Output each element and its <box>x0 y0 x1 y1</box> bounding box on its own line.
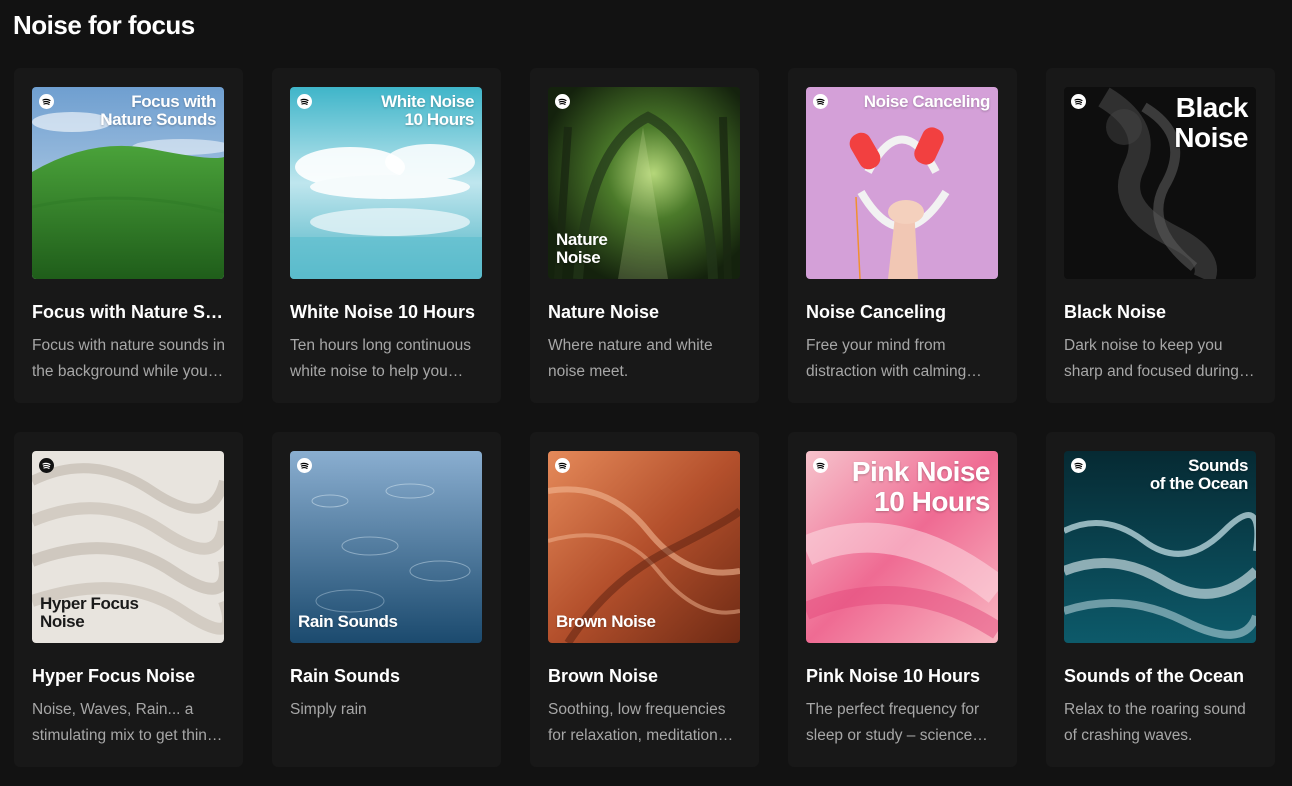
spotify-logo-icon <box>297 458 312 473</box>
cover-title: Black Noise <box>1174 92 1248 153</box>
cover-image: White Noise 10 Hours <box>290 87 482 279</box>
playlist-card-sounds-of-the-ocean[interactable]: Sounds of the Ocean Sounds of the Ocean … <box>1046 432 1275 767</box>
cover-image: Noise Canceling <box>806 87 998 279</box>
cover-title: Hyper Focus Noise <box>40 594 139 631</box>
card-description: Ten hours long continuous white noise to… <box>290 337 471 380</box>
spotify-logo-icon <box>555 458 570 473</box>
card-description: Noise, Waves, Rain... a stimulating mix … <box>32 701 224 744</box>
playlist-grid: Focus with Nature Sounds Focus with Natu… <box>14 68 1275 767</box>
card-title[interactable]: Hyper Focus Noise <box>32 666 226 687</box>
card-description: Simply rain <box>290 701 367 718</box>
card-title[interactable]: Black Noise <box>1064 302 1258 323</box>
spotify-logo-icon <box>813 94 828 109</box>
spotify-logo-icon <box>297 94 312 109</box>
cover-title: Sounds of the Ocean <box>1149 456 1249 493</box>
cover-image: Nature Noise <box>548 87 740 279</box>
cover-title: Pink Noise 10 Hours <box>851 456 991 517</box>
spotify-logo-icon <box>813 458 828 473</box>
playlist-card-pink-noise-10-hours[interactable]: Pink Noise 10 Hours Pink Noise 10 Hours … <box>788 432 1017 767</box>
card-description: Where nature and white noise meet. <box>548 337 713 380</box>
cover-title: Brown Noise <box>556 612 656 631</box>
playlist-card-black-noise[interactable]: Black Noise Black Noise Dark noise to ke… <box>1046 68 1275 403</box>
card-title[interactable]: White Noise 10 Hours <box>290 302 484 323</box>
card-description: Relax to the roaring sound of crashing w… <box>1064 701 1246 744</box>
cover-image: Pink Noise 10 Hours <box>806 451 998 643</box>
card-title[interactable]: Pink Noise 10 Hours <box>806 666 1000 687</box>
card-description: Soothing, low frequencies for relaxation… <box>548 701 726 744</box>
cover-image: Sounds of the Ocean <box>1064 451 1256 643</box>
card-title[interactable]: Rain Sounds <box>290 666 484 687</box>
cover-title: Rain Sounds <box>298 612 398 631</box>
card-title[interactable]: Noise Canceling <box>806 302 1000 323</box>
card-description: Focus with nature sounds in the backgrou… <box>32 337 225 380</box>
card-description: The perfect frequency for sleep or study… <box>806 701 980 744</box>
cover-image: Rain Sounds <box>290 451 482 643</box>
cover-title: White Noise 10 Hours <box>381 92 474 129</box>
playlist-card-rain-sounds[interactable]: Rain Sounds Rain Sounds Simply rain <box>272 432 501 767</box>
card-title[interactable]: Sounds of the Ocean <box>1064 666 1258 687</box>
playlist-card-brown-noise[interactable]: Brown Noise Brown Noise Soothing, low fr… <box>530 432 759 767</box>
playlist-card-noise-canceling[interactable]: Noise Canceling Noise Canceling Free you… <box>788 68 1017 403</box>
cover-image: Focus with Nature Sounds <box>32 87 224 279</box>
spotify-logo-icon <box>1071 458 1086 473</box>
card-title[interactable]: Focus with Nature Sounds <box>32 302 226 323</box>
card-description: Dark noise to keep you sharp and focused… <box>1064 337 1239 380</box>
card-description: Free your mind from distraction with cal… <box>806 337 967 380</box>
cover-image: Black Noise <box>1064 87 1256 279</box>
cover-title: Focus with Nature Sounds <box>100 92 216 129</box>
playlist-card-hyper-focus-noise[interactable]: Hyper Focus Noise Hyper Focus Noise Nois… <box>14 432 243 767</box>
cover-image: Hyper Focus Noise <box>32 451 224 643</box>
card-title[interactable]: Brown Noise <box>548 666 742 687</box>
playlist-card-focus-with-nature-sounds[interactable]: Focus with Nature Sounds Focus with Natu… <box>14 68 243 403</box>
cover-image: Brown Noise <box>548 451 740 643</box>
card-title[interactable]: Nature Noise <box>548 302 742 323</box>
spotify-logo-icon <box>1071 94 1086 109</box>
spotify-logo-icon <box>39 458 54 473</box>
cover-title: Nature Noise <box>556 230 608 267</box>
playlist-card-white-noise-10-hours[interactable]: White Noise 10 Hours White Noise 10 Hour… <box>272 68 501 403</box>
cover-title: Noise Canceling <box>863 92 991 111</box>
spotify-logo-icon <box>39 94 54 109</box>
playlist-card-nature-noise[interactable]: Nature Noise Nature Noise Where nature a… <box>530 68 759 403</box>
spotify-logo-icon <box>555 94 570 109</box>
section-title[interactable]: Noise for focus <box>13 10 195 41</box>
